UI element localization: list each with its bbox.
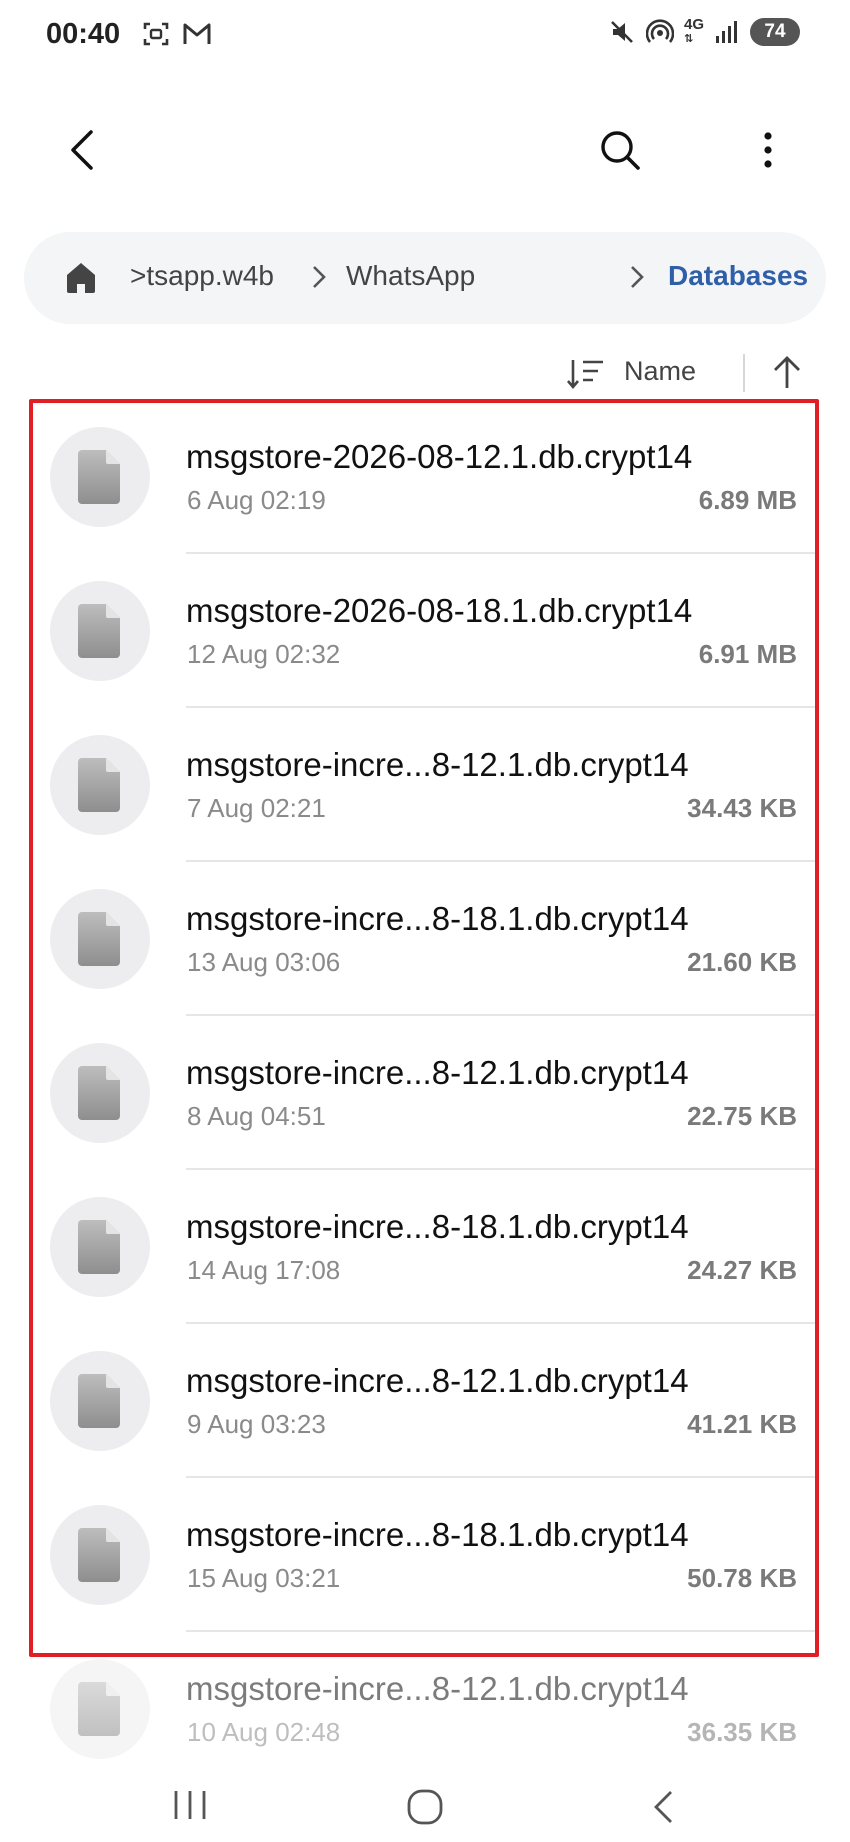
sort-icon <box>567 360 603 390</box>
back-arrow-icon <box>71 130 93 170</box>
recent-apps-icon <box>174 1791 206 1819</box>
mute-icon <box>611 21 633 43</box>
file-date: 7 Aug 02:21 <box>187 793 326 823</box>
file-icon <box>78 450 120 504</box>
file-date: 10 Aug 02:48 <box>187 1717 341 1747</box>
search-icon <box>601 131 640 170</box>
file-row[interactable]: msgstore-incre...8-12.1.db.crypt14 7 Aug … <box>0 708 850 862</box>
recent-apps-button[interactable] <box>170 1788 210 1827</box>
file-name: msgstore-incre...8-12.1.db.crypt14 <box>186 746 689 783</box>
file-size: 36.35 KB <box>687 1717 797 1747</box>
file-date: 12 Aug 02:32 <box>187 639 341 669</box>
file-size: 6.91 MB <box>698 639 797 669</box>
file-row[interactable]: msgstore-2026-08-18.1.db.crypt14 12 Aug 0… <box>0 554 850 708</box>
status-notification-icons <box>142 20 212 48</box>
status-time: 00:40 <box>46 18 121 50</box>
back-button[interactable] <box>52 120 112 180</box>
sort-row: Name <box>0 350 850 400</box>
file-size: 21.60 KB <box>687 947 797 977</box>
file-name: msgstore-incre...8-18.1.db.crypt14 <box>186 900 689 937</box>
home-circle-icon <box>407 1789 443 1825</box>
file-icon <box>78 1066 120 1120</box>
arrow-up-icon <box>774 356 800 388</box>
signal-icon <box>716 21 737 43</box>
more-options-button[interactable] <box>738 120 798 180</box>
file-name: msgstore-incre...8-12.1.db.crypt14 <box>186 1670 689 1707</box>
file-row[interactable]: msgstore-incre...8-12.1.db.crypt14 10 Aug… <box>0 1632 850 1786</box>
chevron-right-icon <box>631 266 644 288</box>
file-date: 9 Aug 03:23 <box>187 1409 326 1439</box>
sort-divider <box>743 354 745 392</box>
file-name: msgstore-incre...8-18.1.db.crypt14 <box>186 1208 689 1245</box>
file-name: msgstore-2026-08-12.1.db.crypt14 <box>186 438 693 475</box>
file-icon <box>78 1374 120 1428</box>
file-thumbnail <box>50 1197 150 1297</box>
file-name: msgstore-incre...8-12.1.db.crypt14 <box>186 1362 689 1399</box>
navigation-bar <box>0 1780 850 1842</box>
file-date: 15 Aug 03:21 <box>187 1563 341 1593</box>
breadcrumb-item-databases[interactable]: Databases <box>668 260 808 292</box>
search-button[interactable] <box>590 120 650 180</box>
file-thumbnail <box>50 1043 150 1143</box>
file-row[interactable]: msgstore-incre...8-18.1.db.crypt14 13 Aug… <box>0 862 850 1016</box>
file-thumbnail <box>50 1659 150 1759</box>
file-name: msgstore-incre...8-12.1.db.crypt14 <box>186 1054 689 1091</box>
file-thumbnail <box>50 427 150 527</box>
file-icon <box>78 1528 120 1582</box>
file-size: 24.27 KB <box>687 1255 797 1285</box>
file-size: 6.89 MB <box>698 485 797 515</box>
file-row[interactable]: msgstore-incre...8-12.1.db.crypt14 8 Aug … <box>0 1016 850 1170</box>
file-thumbnail <box>50 581 150 681</box>
breadcrumb-item-whatsapp[interactable]: WhatsApp <box>346 260 475 292</box>
breadcrumb: >tsapp.w4b WhatsApp Databases <box>24 232 826 324</box>
sort-direction-button[interactable] <box>770 354 804 397</box>
file-date: 6 Aug 02:19 <box>187 485 326 515</box>
file-date: 8 Aug 04:51 <box>187 1101 326 1131</box>
network-type: 4G ⇅ <box>683 16 704 45</box>
file-thumbnail <box>50 889 150 989</box>
breadcrumb-home-button[interactable] <box>62 258 100 301</box>
home-icon <box>67 263 95 293</box>
file-name: msgstore-2026-08-18.1.db.crypt14 <box>186 592 693 629</box>
home-nav-button[interactable] <box>406 1788 444 1831</box>
sort-by-button[interactable] <box>566 356 606 397</box>
back-nav-button[interactable] <box>648 1788 678 1831</box>
file-date: 13 Aug 03:06 <box>187 947 341 977</box>
file-size: 34.43 KB <box>687 793 797 823</box>
file-thumbnail <box>50 735 150 835</box>
file-size: 41.21 KB <box>687 1409 797 1439</box>
app-bar <box>0 110 850 190</box>
file-row[interactable]: msgstore-incre...8-18.1.db.crypt14 14 Aug… <box>0 1170 850 1324</box>
file-thumbnail <box>50 1351 150 1451</box>
chevron-right-icon <box>313 266 326 288</box>
status-bar: 00:40 4G ⇅ 74 <box>0 0 850 70</box>
file-size: 22.75 KB <box>687 1101 797 1131</box>
file-icon <box>78 912 120 966</box>
back-nav-icon <box>654 1791 672 1823</box>
gmail-icon <box>183 23 211 44</box>
file-thumbnail <box>50 1505 150 1605</box>
file-row[interactable]: msgstore-2026-08-12.1.db.crypt14 6 Aug 02… <box>0 400 850 554</box>
file-icon <box>78 758 120 812</box>
status-system-icons: 4G ⇅ 74 <box>608 16 800 46</box>
file-icon <box>78 1220 120 1274</box>
sort-label[interactable]: Name <box>624 356 696 387</box>
more-vert-icon <box>764 132 772 168</box>
hotspot-icon <box>645 19 674 43</box>
file-size: 50.78 KB <box>687 1563 797 1593</box>
screenshot-icon <box>143 22 169 46</box>
battery-indicator: 74 <box>750 18 800 46</box>
breadcrumb-item-tsapp[interactable]: >tsapp.w4b <box>130 260 274 292</box>
file-icon <box>78 604 120 658</box>
file-row[interactable]: msgstore-incre...8-12.1.db.crypt14 9 Aug … <box>0 1324 850 1478</box>
file-row[interactable]: msgstore-incre...8-18.1.db.crypt14 15 Aug… <box>0 1478 850 1632</box>
file-date: 14 Aug 17:08 <box>187 1255 341 1285</box>
file-icon <box>78 1682 120 1736</box>
file-name: msgstore-incre...8-18.1.db.crypt14 <box>186 1516 689 1553</box>
